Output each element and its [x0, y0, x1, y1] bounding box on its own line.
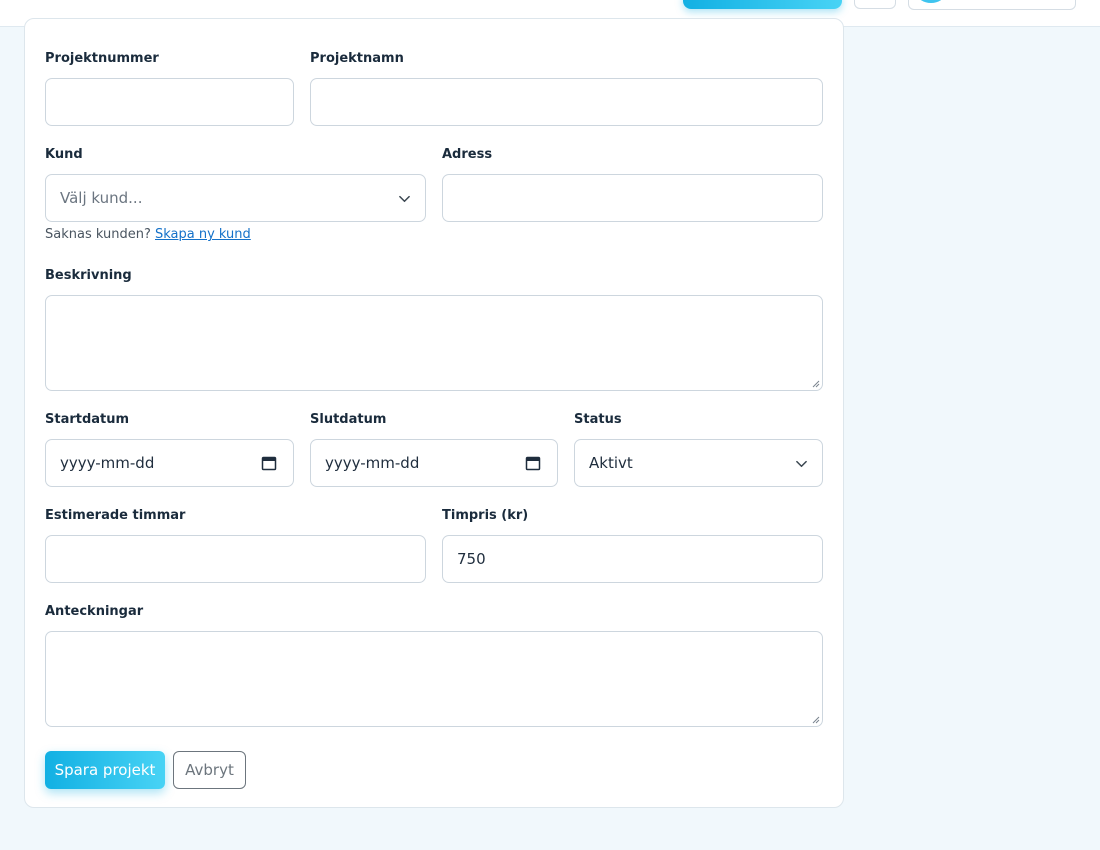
estimated-hours-input[interactable]: [45, 535, 426, 583]
user-menu[interactable]: [908, 0, 1076, 10]
customer-select[interactable]: Välj kund...: [45, 174, 426, 222]
project-name-label: Projektnamn: [310, 51, 404, 66]
create-customer-link[interactable]: Skapa ny kund: [155, 227, 251, 242]
resize-grip-icon[interactable]: [811, 379, 820, 388]
chevron-down-icon: [399, 195, 410, 203]
estimated-hours-label: Estimerade timmar: [45, 508, 186, 523]
end-date-input[interactable]: yyyy-mm-dd: [310, 439, 558, 487]
status-select-value: Aktivt: [589, 454, 633, 472]
project-form-card: Projektnummer Projektnamn Kund Välj kund…: [24, 18, 844, 808]
start-date-placeholder: yyyy-mm-dd: [60, 454, 155, 472]
hourly-rate-label: Timpris (kr): [442, 508, 529, 523]
status-label: Status: [574, 412, 622, 427]
customer-label: Kund: [45, 147, 83, 162]
description-textarea[interactable]: [45, 295, 823, 391]
customer-helper: Saknas kunden? Skapa ny kund: [45, 227, 251, 242]
project-number-input[interactable]: [45, 78, 294, 126]
header-primary-button[interactable]: [683, 0, 842, 9]
start-date-input[interactable]: yyyy-mm-dd: [45, 439, 294, 487]
project-number-label: Projektnummer: [45, 51, 159, 66]
save-project-button[interactable]: Spara projekt: [45, 751, 165, 789]
calendar-icon[interactable]: [525, 455, 541, 471]
customer-select-placeholder: Välj kund...: [60, 189, 143, 207]
address-input[interactable]: [442, 174, 823, 222]
end-date-label: Slutdatum: [310, 412, 387, 427]
resize-grip-icon[interactable]: [811, 715, 820, 724]
header-icon-button[interactable]: [854, 0, 896, 9]
cancel-button[interactable]: Avbryt: [173, 751, 246, 789]
notes-textarea[interactable]: [45, 631, 823, 727]
calendar-icon[interactable]: [261, 455, 277, 471]
customer-helper-text: Saknas kunden?: [45, 227, 151, 242]
project-name-input[interactable]: [310, 78, 823, 126]
description-label: Beskrivning: [45, 268, 132, 283]
start-date-label: Startdatum: [45, 412, 130, 427]
end-date-placeholder: yyyy-mm-dd: [325, 454, 420, 472]
chevron-down-icon: [796, 460, 807, 468]
hourly-rate-input[interactable]: 750: [442, 535, 823, 583]
avatar: [917, 0, 945, 3]
address-label: Adress: [442, 147, 493, 162]
notes-label: Anteckningar: [45, 604, 144, 619]
status-select[interactable]: Aktivt: [574, 439, 823, 487]
